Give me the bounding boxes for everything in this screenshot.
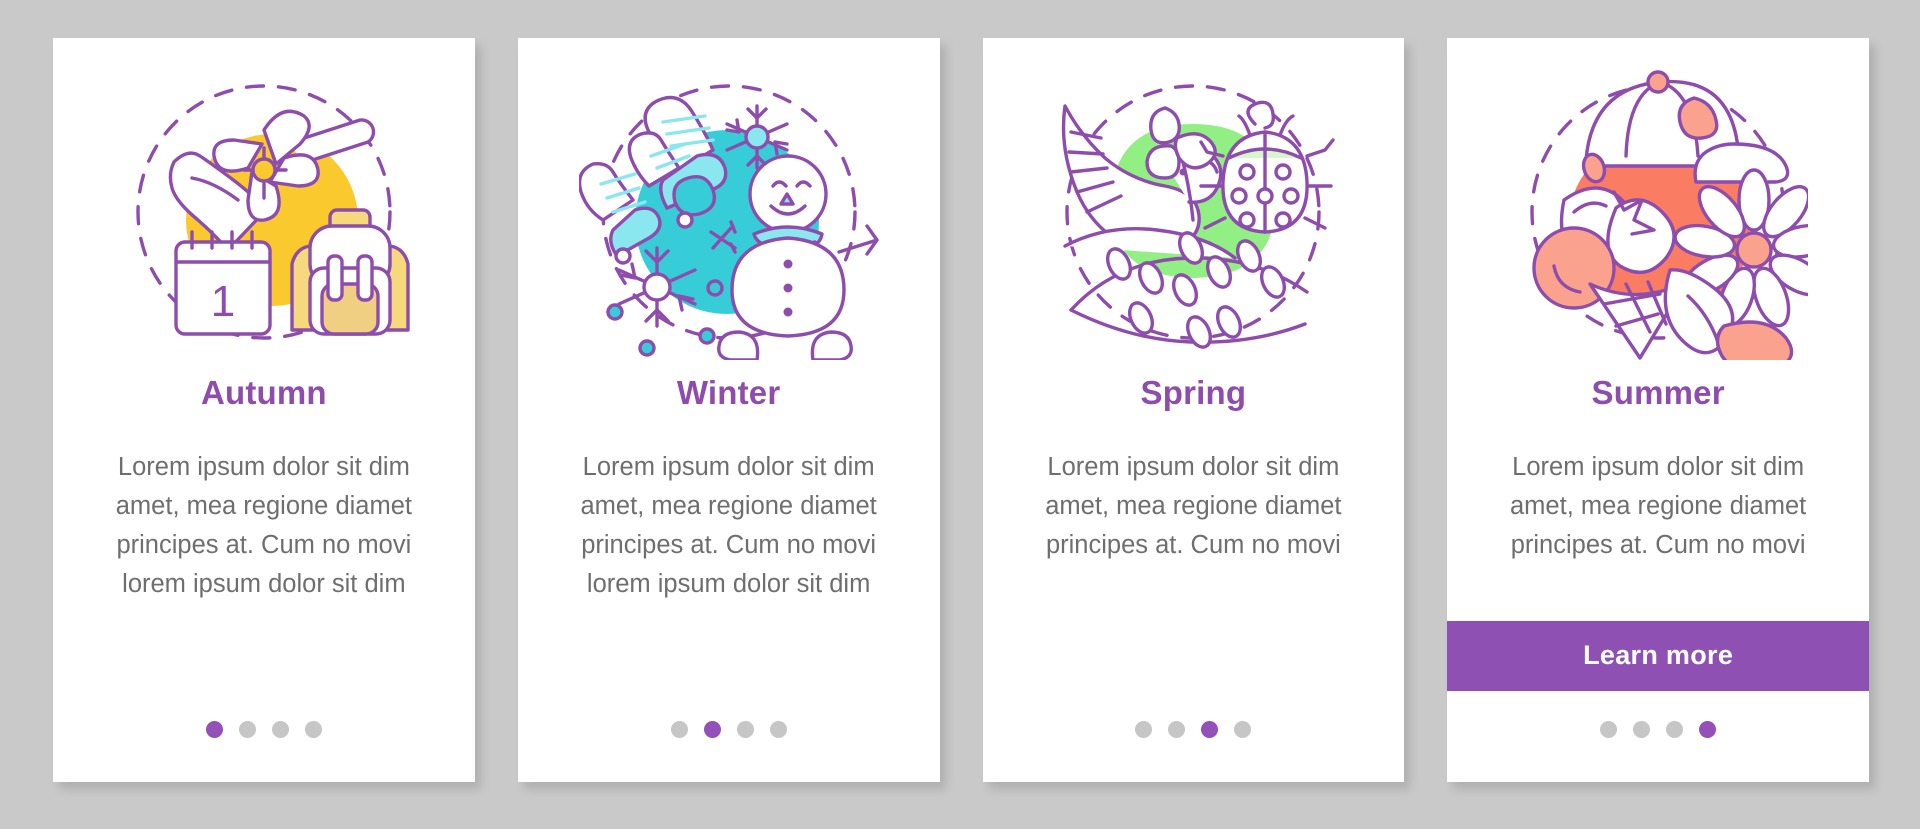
onboarding-card-autumn[interactable]: 1 Autumn Lorem ipsum dolor sit dim amet,…: [53, 38, 475, 782]
pagination-dot-2[interactable]: [1633, 721, 1651, 738]
onboarding-card-summer[interactable]: Summer Lorem ipsum dolor sit dim amet, m…: [1447, 38, 1869, 782]
pagination-dot-4[interactable]: [769, 721, 787, 738]
onboarding-cards-row: 1 Autumn Lorem ipsum dolor sit dim amet,…: [53, 38, 1869, 782]
pagination-dot-2[interactable]: [1168, 721, 1186, 738]
pagination-dot-4[interactable]: [304, 721, 322, 738]
pagination-dots: [670, 721, 787, 782]
learn-more-button[interactable]: Learn more: [1447, 621, 1869, 691]
calendar-day-number: 1: [211, 277, 235, 326]
pagination-dots: [1600, 721, 1717, 782]
card-title: Summer: [1591, 374, 1725, 411]
autumn-school-illustration: 1: [53, 38, 475, 368]
onboarding-card-spring[interactable]: Spring Lorem ipsum dolor sit dim amet, m…: [982, 38, 1405, 782]
pagination-dot-3[interactable]: [1201, 721, 1219, 738]
card-title: Spring: [1140, 374, 1247, 411]
onboarding-screens-stage: 1 Autumn Lorem ipsum dolor sit dim amet,…: [0, 0, 1920, 829]
pagination-dot-1[interactable]: [1600, 721, 1618, 738]
pagination-dot-4[interactable]: [1699, 721, 1717, 738]
pagination-dot-4[interactable]: [1234, 721, 1252, 738]
pagination-dot-3[interactable]: [1666, 721, 1684, 738]
pagination-dot-2[interactable]: [238, 721, 256, 738]
pagination-dot-1[interactable]: [205, 721, 223, 738]
winter-snowman-illustration: [518, 38, 940, 368]
card-body-text: Lorem ipsum dolor sit dim amet, mea regi…: [1510, 453, 1807, 559]
pagination-dots: [1135, 721, 1252, 782]
pagination-dot-1[interactable]: [670, 721, 688, 738]
card-title: Winter: [676, 374, 781, 411]
card-body-text: Lorem ipsum dolor sit dim amet, mea regi…: [580, 453, 877, 598]
pagination-dot-1[interactable]: [1135, 721, 1153, 738]
card-title: Autumn: [200, 374, 327, 411]
onboarding-card-winter[interactable]: Winter Lorem ipsum dolor sit dim amet, m…: [517, 38, 940, 782]
pagination-dot-3[interactable]: [271, 721, 289, 738]
pagination-dot-2[interactable]: [703, 721, 721, 738]
pagination-dots: [205, 721, 322, 782]
summer-icecream-illustration: [1447, 38, 1869, 368]
card-body-text: Lorem ipsum dolor sit dim amet, mea regi…: [1045, 453, 1342, 559]
card-body-text: Lorem ipsum dolor sit dim amet, mea regi…: [115, 453, 412, 598]
spring-dove-illustration: [983, 38, 1405, 368]
pagination-dot-3[interactable]: [736, 721, 754, 738]
